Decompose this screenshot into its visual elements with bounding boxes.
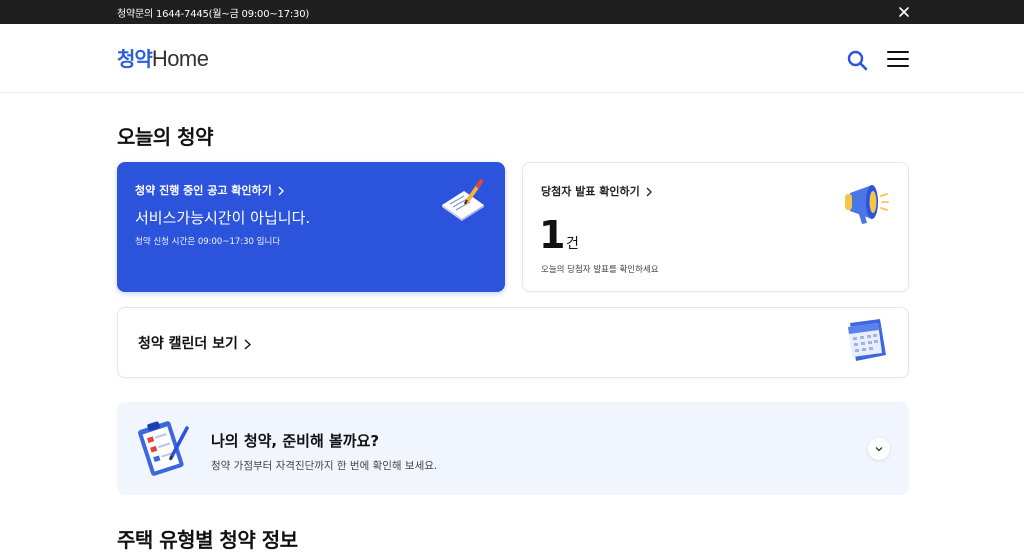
- prep-title: 나의 청약, 준비해 볼까요?: [211, 432, 380, 450]
- hamburger-menu-icon[interactable]: [886, 49, 910, 69]
- chevron-right-icon: [646, 187, 652, 197]
- site-header: 청약 Home: [0, 24, 1024, 93]
- search-icon[interactable]: [846, 49, 868, 71]
- prep-banner: 나의 청약, 준비해 볼까요? 청약 가점부터 자격진단까지 한 번에 확인해 …: [117, 402, 909, 495]
- service-hours-note: 청약 신청 시간은 09:00~17:30 입니다: [135, 237, 281, 247]
- inquiry-notice: 청약문의 1644-7445(월~금 09:00~17:30): [117, 9, 310, 20]
- logo-korean: 청약: [117, 47, 153, 71]
- calendar-link[interactable]: 청약 캘린더 보기: [138, 333, 251, 353]
- megaphone-icon: [845, 185, 889, 224]
- winner-count-unit: 건: [566, 236, 579, 252]
- clipboard-icon: [138, 421, 189, 476]
- winner-announcement-label: 당첨자 발표 확인하기: [541, 185, 640, 198]
- top-notice-bar: 청약문의 1644-7445(월~금 09:00~17:30): [0, 0, 1024, 24]
- winner-note: 오늘의 당첨자 발표를 확인하세요: [541, 265, 659, 275]
- chevron-right-icon: [278, 186, 284, 196]
- housing-section-title: 주택 유형별 청약 정보: [117, 528, 298, 552]
- apply-announcement-label: 청약 진행 중인 공고 확인하기: [135, 184, 272, 197]
- logo-english: Home: [151, 46, 209, 71]
- expand-toggle-button[interactable]: [868, 438, 890, 460]
- winner-count: 1: [539, 213, 566, 257]
- calendar-icon: [848, 319, 886, 361]
- winner-announcement-link[interactable]: 당첨자 발표 확인하기: [541, 183, 652, 199]
- apply-announcement-link[interactable]: 청약 진행 중인 공고 확인하기: [135, 182, 284, 198]
- service-unavailable-message: 서비스가능시간이 아닙니다.: [135, 209, 311, 227]
- chevron-right-icon: [244, 338, 251, 350]
- close-icon[interactable]: [896, 4, 912, 20]
- prep-subtitle: 청약 가점부터 자격진단까지 한 번에 확인해 보세요.: [211, 460, 438, 472]
- chevron-down-icon: [875, 447, 883, 452]
- calendar-card[interactable]: 청약 캘린더 보기: [117, 307, 909, 378]
- site-logo[interactable]: 청약 Home: [117, 46, 209, 72]
- calendar-label: 청약 캘린더 보기: [138, 336, 238, 352]
- today-section-title: 오늘의 청약: [117, 125, 213, 149]
- document-pencil-icon: [442, 179, 484, 221]
